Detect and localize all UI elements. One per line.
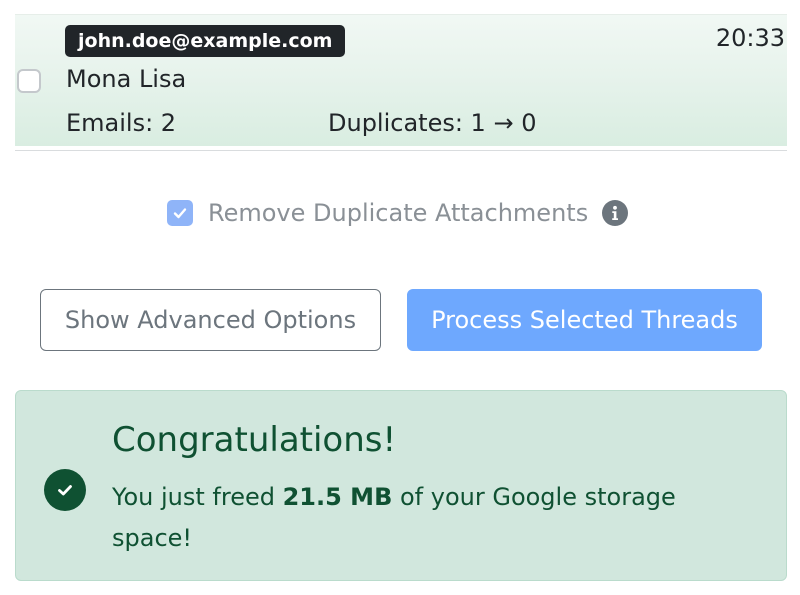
remove-duplicates-label[interactable]: Remove Duplicate Attachments xyxy=(208,199,588,227)
success-alert: Congratulations! You just freed 21.5 MB … xyxy=(15,390,787,581)
check-icon xyxy=(173,208,187,219)
info-glyph xyxy=(612,205,619,220)
sender-email-badge: john.doe@example.com xyxy=(65,25,346,57)
freed-amount: 21.5 MB xyxy=(282,483,393,511)
thread-time: 20:33 xyxy=(715,24,785,52)
remove-duplicates-checkbox[interactable] xyxy=(167,200,193,226)
remove-duplicates-option[interactable]: Remove Duplicate Attachments xyxy=(167,196,629,230)
thread-subject: Mona Lisa xyxy=(66,65,187,93)
page: john.doe@example.com 20:33 Mona Lisa Ema… xyxy=(0,0,800,595)
process-selected-threads-button[interactable]: Process Selected Threads xyxy=(407,289,762,351)
show-advanced-options-button[interactable]: Show Advanced Options xyxy=(40,289,381,351)
thread-row[interactable]: john.doe@example.com 20:33 Mona Lisa Ema… xyxy=(15,14,787,146)
info-icon[interactable] xyxy=(602,200,629,226)
check-glyph xyxy=(58,485,72,496)
alert-message: You just freed 21.5 MB of your Google st… xyxy=(112,477,752,559)
thread-email-count: Emails: 2 xyxy=(66,109,177,137)
divider xyxy=(15,150,787,151)
check-circle-icon xyxy=(44,469,86,511)
thread-select-checkbox[interactable] xyxy=(17,69,41,93)
alert-text-before: You just freed xyxy=(112,483,283,511)
alert-heading: Congratulations! xyxy=(112,420,397,460)
thread-duplicates-count: Duplicates: 1 → 0 xyxy=(328,109,537,137)
